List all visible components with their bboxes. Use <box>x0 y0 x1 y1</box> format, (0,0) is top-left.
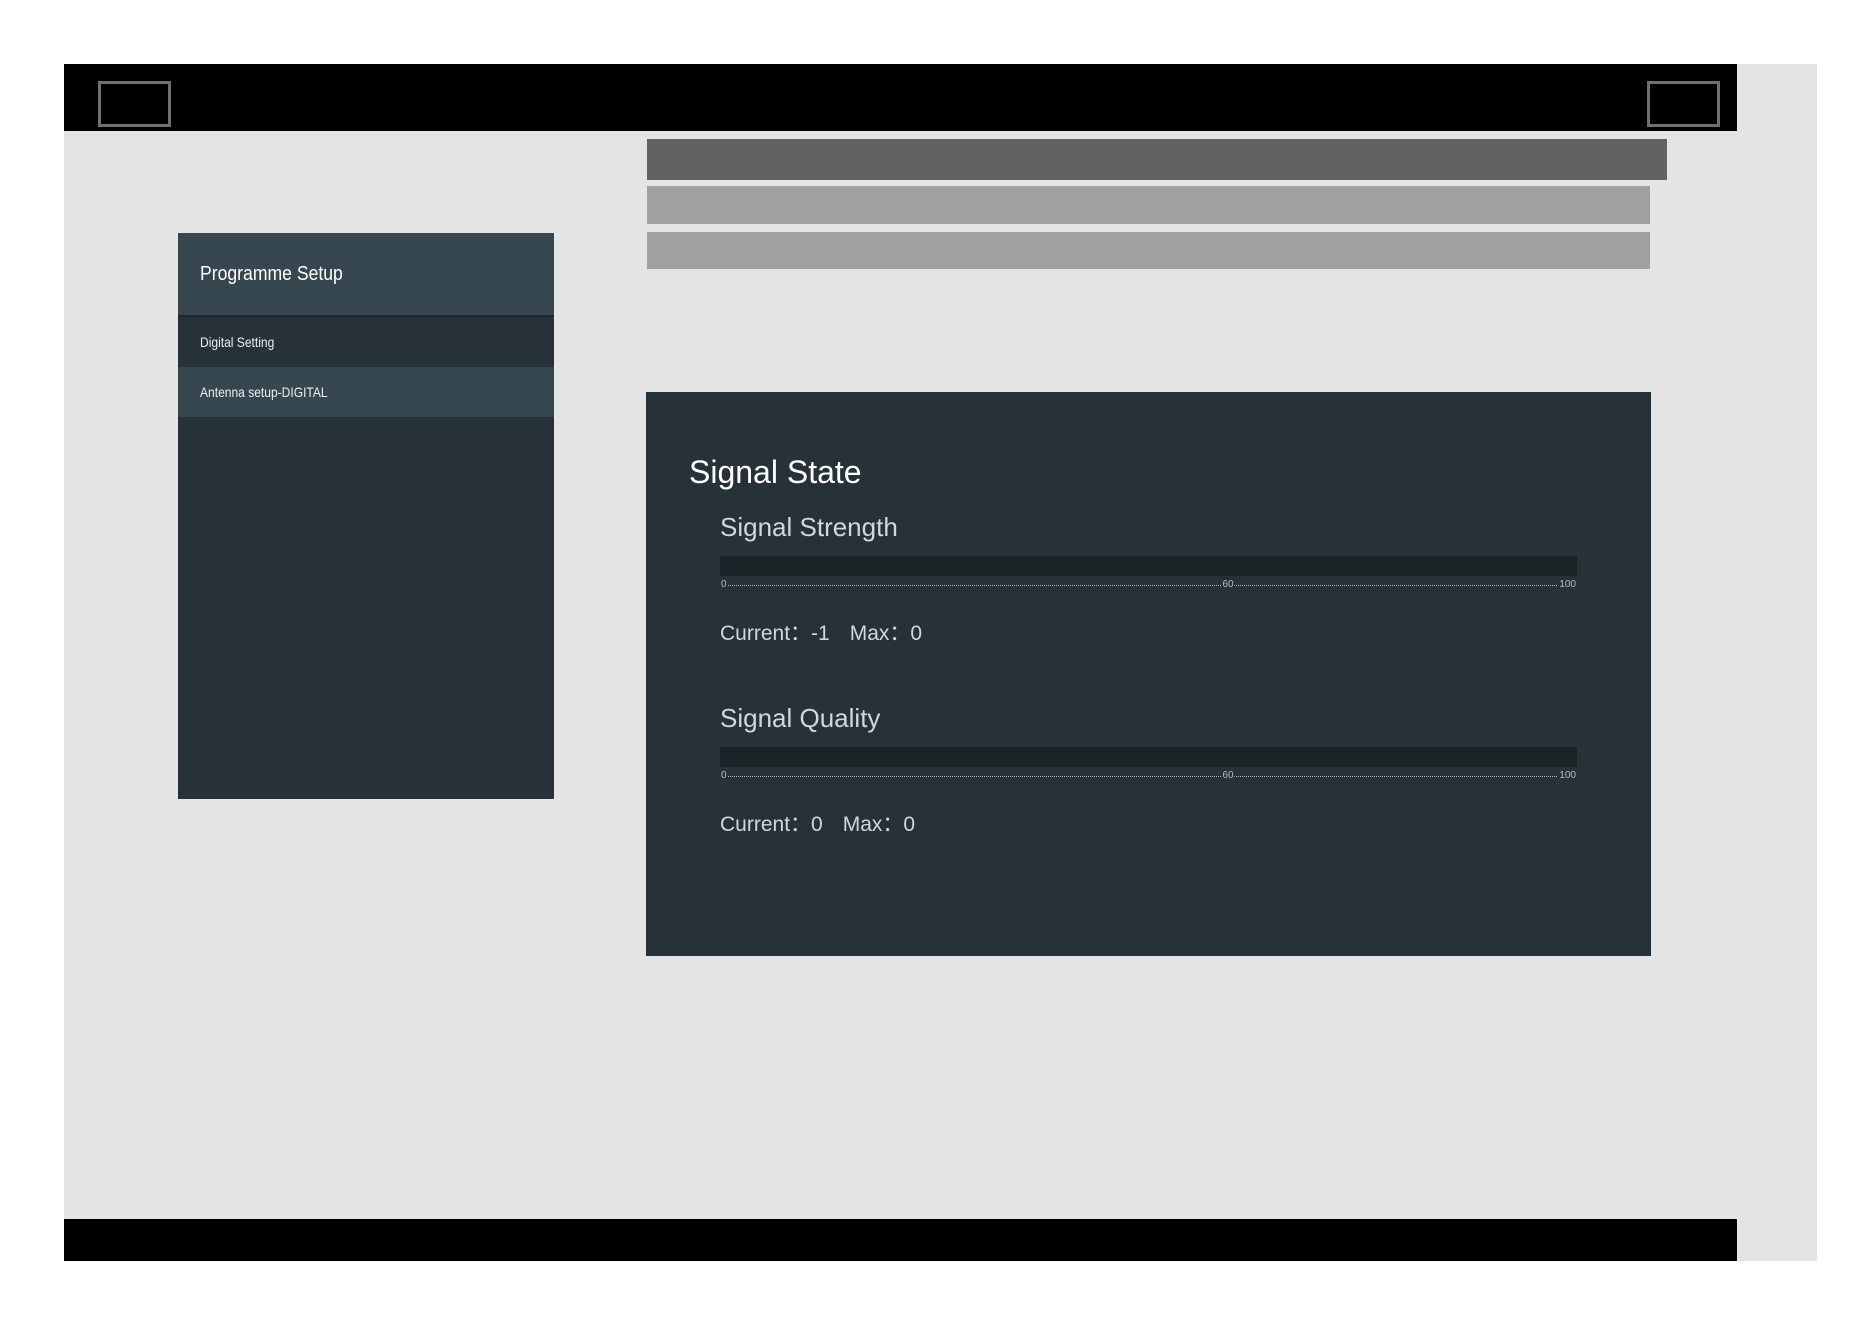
current-label: Current <box>720 622 791 645</box>
menu-item-digital-setting[interactable]: Digital Setting <box>178 317 554 367</box>
subheader-placeholder-bar-2 <box>647 232 1650 269</box>
max-label: Max <box>842 813 883 836</box>
max-label: Max <box>849 622 890 645</box>
menu-item-antenna-setup-digital[interactable]: Antenna setup-DIGITAL <box>178 367 554 417</box>
signal-quality-meter <box>720 747 1577 767</box>
current-value: -1 <box>811 622 830 645</box>
signal-quality-scale: 0 60 100 <box>720 769 1577 783</box>
top-bar <box>64 64 1737 131</box>
menu-item-label: Digital Setting <box>200 334 275 350</box>
scale-label-mid: 60 <box>1221 769 1235 783</box>
tv-screen: Programme Setup Digital Setting Antenna … <box>64 64 1817 1261</box>
top-right-frame-box <box>1647 81 1720 127</box>
signal-state-title: Signal State <box>689 454 862 490</box>
signal-strength-title: Signal Strength <box>720 512 898 542</box>
scale-label-end: 100 <box>1558 769 1577 783</box>
menu-item-label: Antenna setup-DIGITAL <box>200 384 328 400</box>
signal-strength-readout: Current：-1 Max：0 <box>720 622 923 645</box>
scale-label-start: 0 <box>720 769 728 783</box>
scale-label-mid: 60 <box>1221 578 1235 592</box>
signal-quality-title: Signal Quality <box>720 703 881 733</box>
header-placeholder-bar <box>647 139 1667 180</box>
scale-dotted-line <box>720 776 1577 777</box>
scale-label-end: 100 <box>1558 578 1577 592</box>
bottom-bar <box>64 1219 1737 1261</box>
menu-header: Programme Setup <box>178 233 554 317</box>
signal-quality-readout: Current：0 Max：0 <box>720 813 916 836</box>
signal-state-panel: Signal State Signal Strength 0 60 100 Cu… <box>646 392 1651 956</box>
top-left-frame-box <box>98 81 171 127</box>
current-label: Current <box>720 813 791 836</box>
signal-strength-meter <box>720 556 1577 576</box>
scale-dotted-line <box>720 585 1577 586</box>
subheader-placeholder-bar <box>647 186 1650 224</box>
max-value: 0 <box>903 813 916 836</box>
signal-strength-scale: 0 60 100 <box>720 578 1577 592</box>
max-value: 0 <box>910 622 923 645</box>
programme-setup-menu: Programme Setup Digital Setting Antenna … <box>178 233 554 799</box>
menu-title: Programme Setup <box>200 262 343 285</box>
current-value: 0 <box>811 813 823 836</box>
scale-label-start: 0 <box>720 578 728 592</box>
